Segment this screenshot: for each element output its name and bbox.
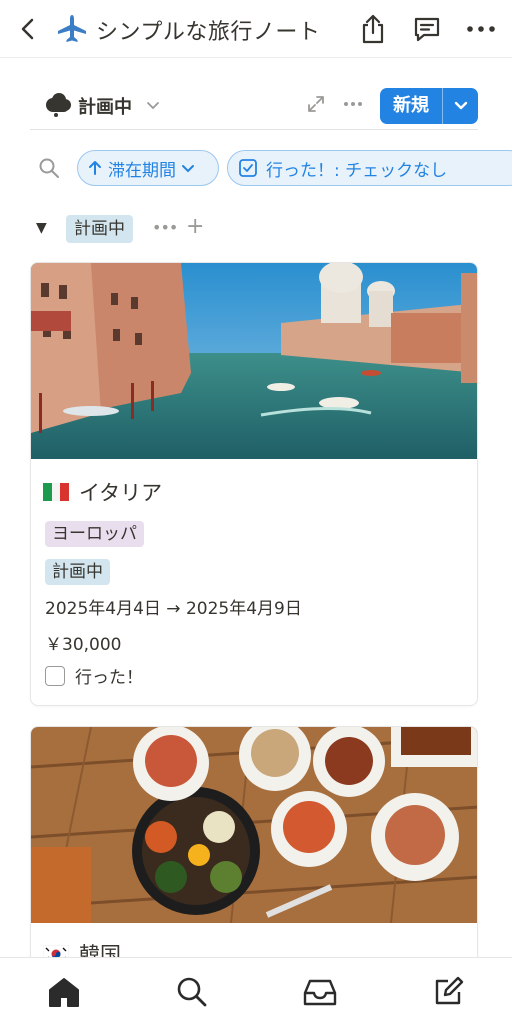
status-tag: 計画中 (45, 559, 110, 585)
cloud-icon (44, 92, 72, 118)
filter-chip-label: 行った！: チェックなし (266, 160, 448, 181)
budget-value: ￥30,000 (45, 635, 122, 655)
new-page-button[interactable] (430, 974, 466, 1010)
home-button[interactable] (46, 974, 82, 1010)
venice-canal-photo (31, 263, 477, 459)
card-title: イタリア (79, 481, 163, 505)
visited-property: 行った！ (45, 663, 143, 688)
more-horizontal-icon (467, 26, 495, 32)
sort-chip[interactable]: 滞在期間 (77, 150, 219, 186)
card-title-row: イタリア (43, 477, 162, 507)
stay-dates: 2025年4月4日 → 2025年4月9日 (45, 599, 302, 619)
top-bar: シンプルな旅行ノート (0, 0, 512, 58)
group-more-button[interactable]: ••• (152, 218, 178, 237)
view-more-button[interactable] (342, 90, 364, 114)
bottom-navigation (0, 957, 512, 1024)
search-nav-button[interactable] (174, 974, 210, 1010)
visited-label: 行った！ (75, 668, 143, 688)
airplane-icon (56, 14, 88, 44)
chevron-down-icon[interactable] (146, 97, 160, 111)
view-name[interactable]: 計画中 (78, 93, 132, 119)
share-icon (362, 14, 384, 44)
filter-chip[interactable]: 行った！: チェックなし (227, 150, 512, 186)
new-button[interactable]: 新規 (380, 88, 442, 124)
checkbox-icon (239, 159, 257, 177)
group-label: 計画中 (66, 215, 133, 243)
more-options-button[interactable] (464, 12, 498, 46)
comments-button[interactable] (410, 12, 444, 46)
group-add-button[interactable]: + (186, 214, 204, 239)
inbox-button[interactable] (302, 974, 338, 1010)
korean-food-photo (31, 727, 477, 923)
arrow-up-icon (89, 161, 101, 175)
collapse-triangle-icon[interactable]: ▼ (36, 220, 47, 236)
comment-icon (414, 17, 440, 42)
more-horizontal-icon (344, 102, 362, 106)
edit-icon (435, 976, 464, 1005)
expand-icon[interactable] (306, 94, 326, 114)
chevron-down-icon (454, 101, 467, 110)
back-button[interactable] (14, 15, 42, 43)
group-header: ▼ 計画中 ••• + (36, 214, 476, 244)
chevron-left-icon (21, 18, 34, 40)
home-icon (49, 978, 79, 1007)
chevron-down-icon (182, 165, 194, 173)
gallery-card[interactable]: イタリア ヨーロッパ 計画中 2025年4月4日 → 2025年4月9日 ￥30… (30, 262, 478, 706)
share-button[interactable] (356, 12, 390, 46)
search-icon[interactable] (38, 157, 60, 179)
new-dropdown-button[interactable] (443, 88, 478, 124)
sort-chip-label: 滞在期間 (108, 160, 176, 181)
new-button-group: 新規 (380, 88, 478, 124)
region-tag: ヨーロッパ (45, 521, 144, 547)
italy-flag-icon (43, 483, 69, 501)
search-icon (177, 977, 207, 1007)
inbox-icon (303, 979, 337, 1006)
filter-row: 滞在期間 行った！: チェックなし (0, 148, 512, 188)
visited-checkbox[interactable] (45, 665, 65, 686)
gallery-card[interactable]: 韓国 (30, 726, 478, 986)
database-view-bar: 計画中 新規 (30, 84, 478, 130)
page-title: シンプルな旅行ノート (96, 20, 321, 45)
